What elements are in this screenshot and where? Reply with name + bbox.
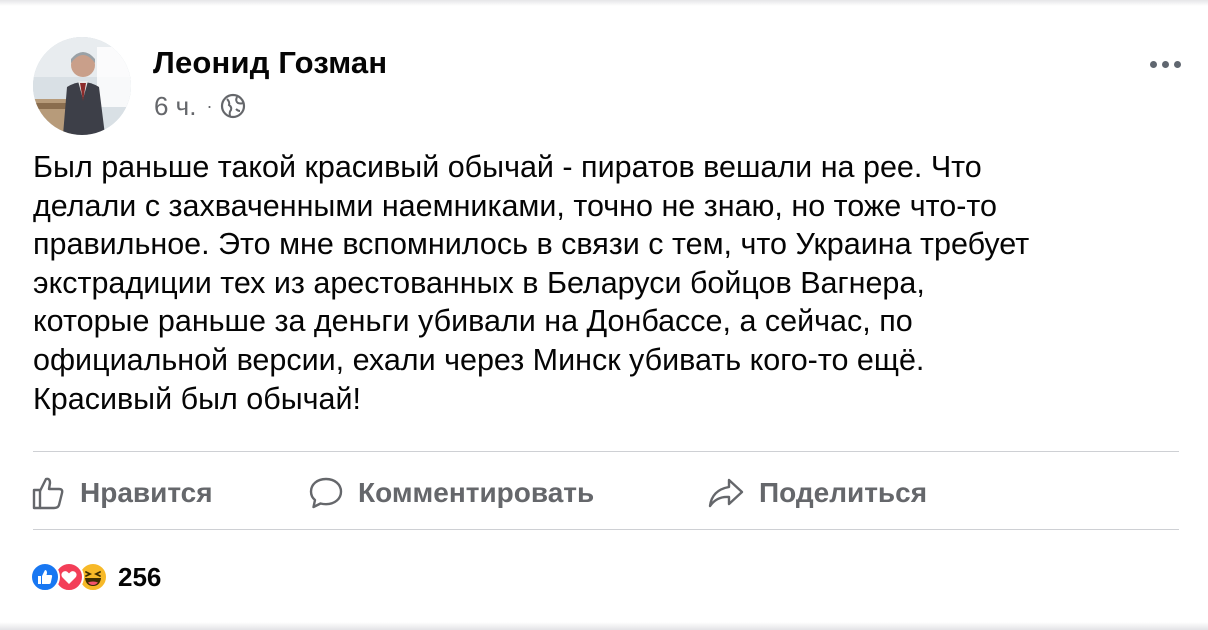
card-bottom-edge <box>0 622 1208 630</box>
reactions-count: 256 <box>118 561 162 592</box>
post-text-line: Красивый был обычай! <box>33 381 361 416</box>
more-dot <box>1149 60 1157 68</box>
actions-top-divider <box>33 451 1179 452</box>
more-dot <box>1161 60 1169 68</box>
comment-button[interactable]: Комментировать <box>308 464 594 522</box>
post-actions: Нравится Комментировать Поделиться <box>0 464 1208 522</box>
post-text-line: которые раньше за деньги убивали на Донб… <box>33 304 913 339</box>
more-dot <box>1173 60 1181 68</box>
card-top-edge <box>0 0 1208 6</box>
share-icon <box>708 478 744 508</box>
thumbs-up-icon <box>32 477 64 510</box>
meta-separator: · <box>206 95 213 116</box>
comment-label: Комментировать <box>358 477 595 508</box>
reactions-summary[interactable]: 256 <box>30 560 161 594</box>
post-text: Был раньше такой красивый обычай - пират… <box>33 148 1183 418</box>
more-options-button[interactable] <box>1142 52 1188 76</box>
post-text-line: делали с захваченными наемниками, точно … <box>33 188 997 223</box>
share-button[interactable]: Поделиться <box>707 464 927 522</box>
post-card: Леонид Гозман 6 ч. · Был раньше такой кр… <box>0 0 1208 630</box>
post-text-line: экстрадиции тех из арестованных в Белару… <box>33 265 925 300</box>
share-label: Поделиться <box>759 477 928 508</box>
like-icon <box>30 562 60 592</box>
post-meta: 6 ч. · <box>154 91 246 121</box>
like-button[interactable]: Нравится <box>30 464 213 522</box>
post-time[interactable]: 6 ч. <box>154 91 196 122</box>
post-text-line: официальной версии, ехали через Минск уб… <box>33 342 925 377</box>
post-text-line: Был раньше такой красивый обычай - пират… <box>33 150 982 184</box>
author-avatar[interactable] <box>33 37 131 135</box>
author-name[interactable]: Леонид Гозман <box>153 45 387 81</box>
avatar-photo <box>33 37 131 135</box>
globe-icon[interactable] <box>220 93 246 119</box>
actions-bottom-divider <box>33 529 1179 530</box>
comment-icon <box>309 477 343 509</box>
like-label: Нравится <box>80 477 213 508</box>
post-text-line: правильное. Это мне вспомнилось в связи … <box>33 227 1030 262</box>
